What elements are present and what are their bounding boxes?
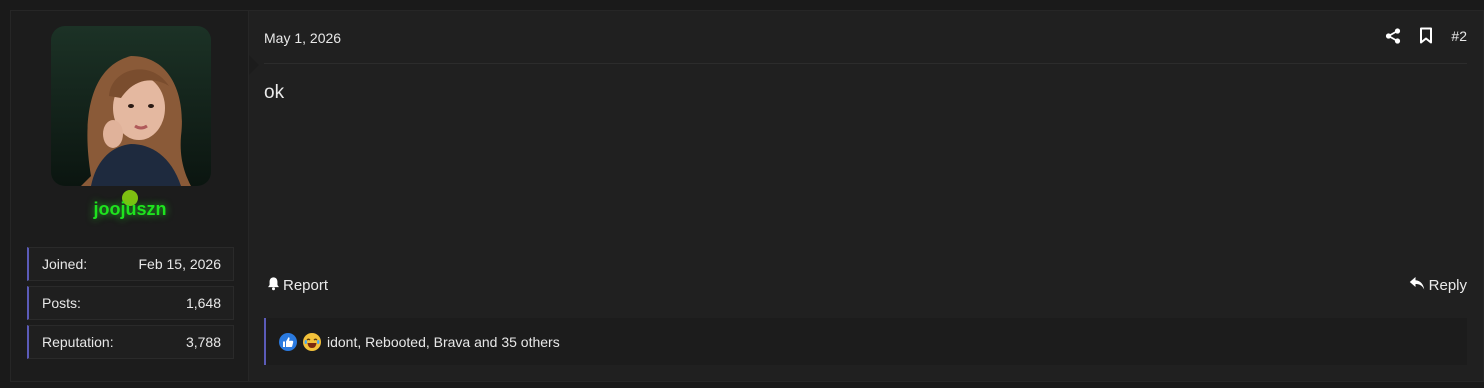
header-divider: [264, 63, 1467, 64]
bookmark-icon[interactable]: [1419, 27, 1433, 44]
stat-label: Joined:: [42, 256, 88, 272]
avatar[interactable]: [51, 26, 211, 186]
report-label: Report: [283, 277, 329, 294]
username[interactable]: joojuszn: [11, 199, 249, 220]
stat-value: 3,788: [185, 334, 221, 350]
share-icon[interactable]: [1385, 27, 1401, 44]
post-date[interactable]: May 1, 2026: [264, 30, 341, 46]
stat-label: Posts:: [42, 295, 81, 311]
post-message: ok: [264, 82, 285, 103]
reactions-text[interactable]: idont, Rebooted, Brava and 35 others: [327, 334, 560, 350]
post-header-actions: #2: [1385, 27, 1467, 44]
reply-icon: [1409, 276, 1425, 295]
report-button[interactable]: Report: [266, 276, 328, 295]
stat-joined: Joined: Feb 15, 2026: [27, 247, 234, 281]
bell-icon: [266, 276, 281, 295]
user-stats: Joined: Feb 15, 2026 Posts: 1,648 Reputa…: [27, 247, 234, 364]
stat-reputation: Reputation: 3,788: [27, 325, 234, 359]
reactions-bar[interactable]: idont, Rebooted, Brava and 35 others: [264, 318, 1467, 365]
stat-label: Reputation:: [42, 334, 114, 350]
stat-value: 1,648: [185, 295, 221, 311]
laugh-icon: [303, 332, 321, 351]
avatar-wrapper: [51, 26, 211, 208]
post-number-link[interactable]: #2: [1451, 28, 1467, 44]
reply-button[interactable]: Reply: [1409, 276, 1467, 295]
like-icon: [279, 332, 297, 351]
user-info-panel: joojuszn Joined: Feb 15, 2026 Posts: 1,6…: [11, 11, 259, 381]
post-main: May 1, 2026 #2 ok Report Reply idont, Re…: [249, 11, 1483, 381]
stat-value: Feb 15, 2026: [138, 256, 221, 272]
reply-label: Reply: [1428, 277, 1467, 294]
post-container: joojuszn Joined: Feb 15, 2026 Posts: 1,6…: [10, 10, 1484, 382]
stat-posts: Posts: 1,648: [27, 286, 234, 320]
